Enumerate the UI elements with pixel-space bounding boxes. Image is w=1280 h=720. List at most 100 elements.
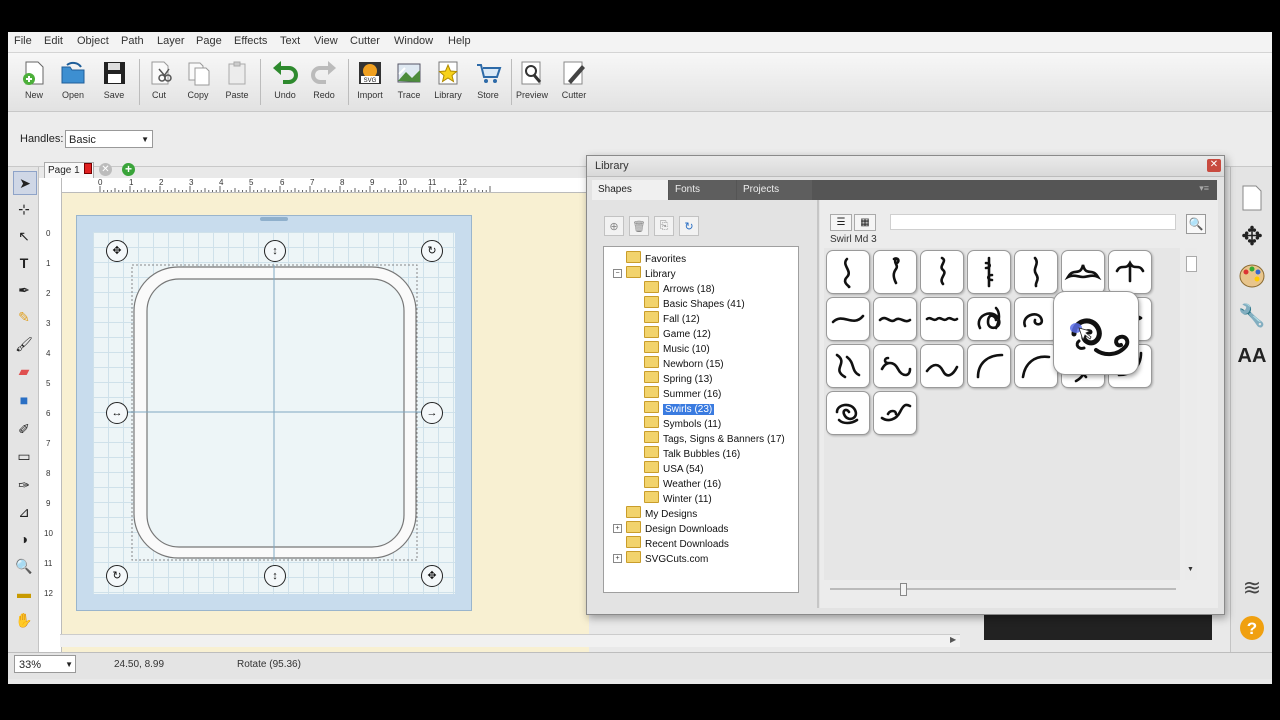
shape-thumbnail[interactable] bbox=[826, 297, 870, 341]
scrollbar-thumb[interactable] bbox=[1186, 256, 1197, 272]
scroll-down-arrow-icon[interactable]: ▼ bbox=[1187, 566, 1194, 573]
menu-view[interactable]: View bbox=[314, 35, 338, 47]
tree-item-symbols[interactable]: Symbols (11) bbox=[644, 416, 721, 431]
text-size-icon[interactable]: AA bbox=[1237, 341, 1267, 371]
shape-thumbnail[interactable] bbox=[920, 297, 964, 341]
pencil-tool-icon[interactable]: ✎ bbox=[13, 306, 35, 328]
open-button[interactable]: Open bbox=[54, 57, 92, 107]
panel-divider[interactable] bbox=[817, 200, 819, 608]
menu-text[interactable]: Text bbox=[280, 35, 300, 47]
paste-button[interactable]: Paste bbox=[218, 57, 256, 107]
scale-handle-bottom-right[interactable]: ✥ bbox=[421, 565, 443, 587]
menu-file[interactable]: File bbox=[14, 35, 32, 47]
pan-hand-tool-icon[interactable]: ✋ bbox=[13, 609, 35, 631]
shape-thumbnail[interactable] bbox=[826, 250, 870, 294]
transform-tool-icon[interactable]: ⊿ bbox=[13, 501, 35, 523]
shape-thumbnail[interactable] bbox=[967, 297, 1011, 341]
tree-item-spring[interactable]: Spring (13) bbox=[644, 371, 712, 386]
scale-handle-top[interactable]: ↕ bbox=[264, 240, 286, 262]
refresh-icon[interactable]: ↻ bbox=[679, 216, 699, 236]
new-button[interactable]: New bbox=[15, 57, 53, 107]
tree-item-arrows[interactable]: Arrows (18) bbox=[644, 281, 715, 296]
collapse-icon[interactable]: − bbox=[613, 269, 622, 278]
scale-handle-left[interactable]: ↔ bbox=[106, 402, 128, 424]
color-palette-icon[interactable] bbox=[1237, 261, 1267, 291]
library-button[interactable]: Library bbox=[429, 57, 467, 107]
rotate-handle-top-right[interactable]: ↻ bbox=[421, 240, 443, 262]
fill-tool-icon[interactable]: ▭ bbox=[13, 445, 35, 467]
expand-icon[interactable]: + bbox=[613, 524, 622, 533]
shape-thumbnail[interactable] bbox=[1014, 344, 1058, 388]
eyedropper-tool-icon[interactable]: ✐ bbox=[13, 418, 35, 440]
add-folder-icon[interactable]: ⊕ bbox=[604, 216, 624, 236]
tree-item-recent-downloads[interactable]: Recent Downloads bbox=[626, 536, 729, 551]
move-arrows-icon[interactable]: ✥ bbox=[1237, 221, 1267, 251]
menu-effects[interactable]: Effects bbox=[234, 35, 267, 47]
tree-item-library[interactable]: Library bbox=[626, 266, 676, 281]
eraser-tool-icon[interactable]: ▰ bbox=[13, 360, 35, 382]
menu-layer[interactable]: Layer bbox=[157, 35, 185, 47]
shape-thumbnail[interactable] bbox=[1061, 250, 1105, 294]
select-tool-icon[interactable]: ➤ bbox=[13, 171, 37, 195]
selected-shape[interactable] bbox=[77, 216, 471, 610]
shape-thumbnail[interactable] bbox=[1108, 250, 1152, 294]
store-button[interactable]: Store bbox=[469, 57, 507, 107]
scale-handle-bottom[interactable]: ↕ bbox=[264, 565, 286, 587]
undo-button[interactable]: Undo bbox=[266, 57, 304, 107]
wrench-settings-icon[interactable]: 🔧 bbox=[1237, 301, 1267, 331]
weld-tool-icon[interactable]: ◑ bbox=[13, 528, 35, 550]
tree-item-basic-shapes[interactable]: Basic Shapes (41) bbox=[644, 296, 745, 311]
tree-item-my-designs[interactable]: My Designs bbox=[626, 506, 697, 521]
add-page-button[interactable]: + bbox=[122, 163, 135, 176]
tree-item-design-downloads[interactable]: Design Downloads bbox=[626, 521, 728, 536]
shape-thumbnail[interactable] bbox=[826, 391, 870, 435]
tree-item-music[interactable]: Music (10) bbox=[644, 341, 710, 356]
dialog-title-bar[interactable]: Library ✕ bbox=[587, 156, 1224, 177]
shape-thumbnail[interactable] bbox=[920, 344, 964, 388]
tree-item-weather[interactable]: Weather (16) bbox=[644, 476, 721, 491]
shape-thumbnail[interactable] bbox=[920, 250, 964, 294]
scale-handle-right[interactable]: → bbox=[421, 402, 443, 424]
shape-thumbnail[interactable] bbox=[826, 344, 870, 388]
menu-edit[interactable]: Edit bbox=[44, 35, 63, 47]
brush-tool-icon[interactable]: 🖌 bbox=[13, 333, 35, 355]
node-edit-tool-icon[interactable]: ⊹ bbox=[13, 198, 35, 220]
measure-tool-icon[interactable]: ▬ bbox=[13, 582, 35, 604]
tree-item-favorites[interactable]: Favorites bbox=[626, 251, 686, 266]
zoom-select[interactable]: 33% ▼ bbox=[14, 655, 76, 673]
menu-path[interactable]: Path bbox=[121, 35, 144, 47]
thumbnail-size-slider[interactable] bbox=[830, 583, 1176, 596]
tree-item-svgcuts[interactable]: SVGCuts.com bbox=[626, 551, 708, 566]
cut-button[interactable]: Cut bbox=[140, 57, 178, 107]
shape-thumbnail[interactable] bbox=[873, 344, 917, 388]
tree-item-game[interactable]: Game (12) bbox=[644, 326, 711, 341]
redo-button[interactable]: Redo bbox=[305, 57, 343, 107]
tree-item-winter[interactable]: Winter (11) bbox=[644, 491, 712, 506]
copy-button[interactable]: Copy bbox=[179, 57, 217, 107]
menu-object[interactable]: Object bbox=[77, 35, 109, 47]
save-button[interactable]: Save bbox=[95, 57, 133, 107]
shape-thumbnail[interactable] bbox=[967, 344, 1011, 388]
shape-thumbnail[interactable] bbox=[873, 250, 917, 294]
tab-shapes[interactable]: Shapes bbox=[592, 180, 668, 200]
trash-icon[interactable]: 🗑 bbox=[629, 216, 649, 236]
pen-tool-icon[interactable]: ✒ bbox=[13, 279, 35, 301]
list-view-icon[interactable]: ☰ bbox=[830, 214, 852, 231]
menu-window[interactable]: Window bbox=[394, 35, 433, 47]
horizontal-scrollbar[interactable]: ▶ bbox=[60, 634, 960, 647]
text-tool-icon[interactable]: T bbox=[13, 252, 35, 274]
tab-projects[interactable]: Projects bbox=[737, 180, 812, 200]
tree-item-swirls[interactable]: Swirls (23) bbox=[644, 401, 715, 416]
document-icon[interactable] bbox=[1237, 183, 1267, 213]
menu-cutter[interactable]: Cutter bbox=[350, 35, 380, 47]
scale-handle-top-left[interactable]: ✥ bbox=[106, 240, 128, 262]
tree-item-talk-bubbles[interactable]: Talk Bubbles (16) bbox=[644, 446, 740, 461]
zoom-tool-icon[interactable]: 🔍 bbox=[13, 555, 35, 577]
tree-item-tags-signs-banners[interactable]: Tags, Signs & Banners (17) bbox=[644, 431, 785, 446]
import-button[interactable]: SVG Import bbox=[351, 57, 389, 107]
search-icon[interactable]: 🔍 bbox=[1186, 214, 1206, 234]
scroll-right-arrow-icon[interactable]: ▶ bbox=[950, 635, 956, 644]
slider-knob[interactable] bbox=[900, 583, 907, 596]
close-icon[interactable]: ✕ bbox=[1207, 159, 1221, 172]
handles-select[interactable]: Basic ▼ bbox=[65, 130, 153, 148]
